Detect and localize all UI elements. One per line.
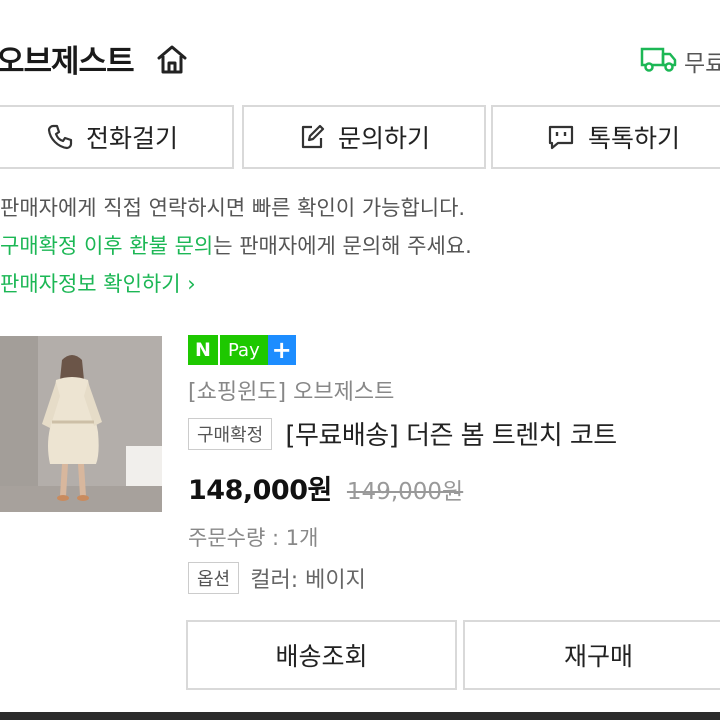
- store-header: 오브제스트 무료: [0, 28, 720, 88]
- inquiry-label: 문의하기: [337, 124, 430, 153]
- shop-name[interactable]: [쇼핑윈도] 오브제스트: [188, 374, 394, 406]
- phone-icon: [46, 123, 86, 151]
- chat-icon: [546, 123, 588, 151]
- talk-label: 톡톡하기: [587, 124, 680, 153]
- product-title[interactable]: [무료배송] 더즌 봄 트렌치 코트: [285, 415, 617, 452]
- option-value: 컬러: 베이지: [250, 568, 366, 593]
- edit-icon: [298, 123, 338, 151]
- npay-badge: N Pay +: [188, 335, 296, 365]
- truck-icon: [640, 44, 678, 74]
- contact-notice: 판매자에게 직접 연락하시면 빠른 확인이 가능합니다.: [0, 196, 466, 220]
- option-badge: 옵션: [188, 562, 240, 594]
- rebuy-button[interactable]: 재구매: [463, 620, 720, 690]
- talk-button[interactable]: 톡톡하기: [491, 105, 720, 169]
- price-row: 148,000원 149,000원: [188, 468, 463, 507]
- npay-n-icon: N: [188, 335, 218, 365]
- npay-pay-label: Pay: [220, 335, 268, 365]
- delivery-text: 무료: [684, 51, 720, 77]
- seller-info-label: 판매자정보 확인하기: [0, 272, 181, 296]
- call-label: 전화걸기: [85, 124, 178, 153]
- order-status-row: 구매확정 [무료배송] 더즌 봄 트렌치 코트: [188, 415, 617, 451]
- call-button[interactable]: 전화걸기: [0, 105, 234, 169]
- refund-notice-highlight: 구매확정 이후 환불 문의: [0, 234, 214, 258]
- track-delivery-label: 배송조회: [275, 642, 368, 671]
- store-name[interactable]: 오브제스트: [0, 36, 135, 81]
- product-thumbnail[interactable]: [0, 336, 162, 512]
- rebuy-label: 재구매: [563, 642, 633, 671]
- option-row: 옵션 컬러: 베이지: [188, 562, 366, 594]
- bottom-divider: [0, 712, 720, 720]
- inquiry-button[interactable]: 문의하기: [242, 105, 486, 169]
- home-icon[interactable]: [155, 42, 189, 76]
- status-badge: 구매확정: [188, 417, 273, 450]
- sale-price: 148,000원: [188, 475, 332, 506]
- seller-info-link[interactable]: 판매자정보 확인하기 ›: [0, 268, 196, 298]
- refund-notice-text: 는 판매자에게 문의해 주세요.: [213, 234, 472, 258]
- chevron-right-icon: ›: [187, 272, 196, 296]
- track-delivery-button[interactable]: 배송조회: [186, 620, 457, 690]
- original-price: 149,000원: [346, 479, 464, 505]
- refund-notice: 구매확정 이후 환불 문의는 판매자에게 문의해 주세요.: [0, 230, 472, 260]
- contact-button-row: 전화걸기 문의하기 톡톡하기: [0, 105, 720, 171]
- npay-plus-icon: +: [267, 335, 296, 365]
- order-quantity: 주문수량 : 1개: [188, 526, 319, 550]
